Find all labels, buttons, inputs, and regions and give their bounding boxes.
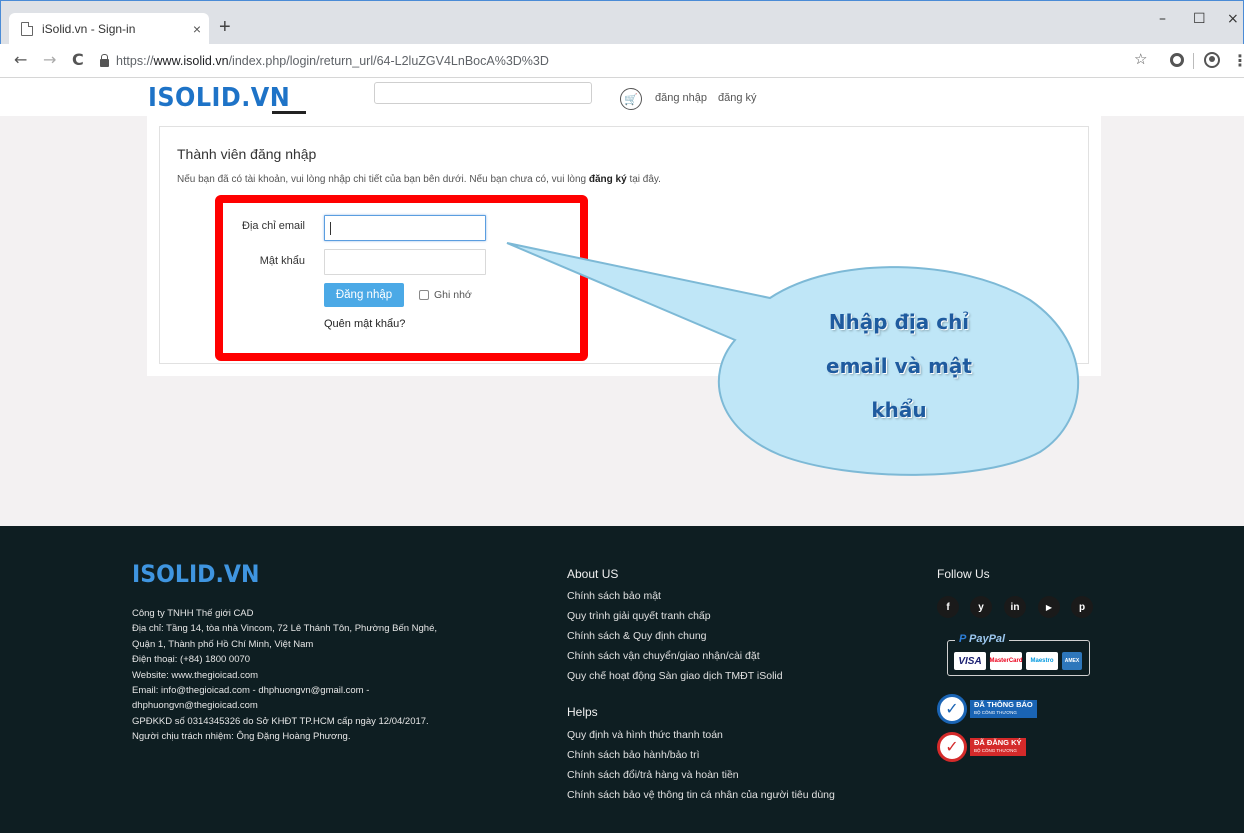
helps-link[interactable]: Chính sách đổi/trả hàng và hoàn tiền [567, 765, 835, 785]
about-link[interactable]: Chính sách & Quy định chung [567, 626, 783, 646]
pinterest-icon[interactable]: p [1071, 596, 1093, 618]
company-line: Công ty TNHH Thế giới CAD [132, 608, 254, 619]
youtube-icon[interactable]: ▶ [1038, 596, 1060, 618]
registered-badge-label: ĐÃ ĐĂNG KÝ BỘ CÔNG THƯƠNG [970, 738, 1026, 756]
check-icon: ✓ [937, 694, 967, 724]
helps-link[interactable]: Chính sách bảo vệ thông tin cá nhân của … [567, 785, 835, 805]
callout-line: Nhập địa chỉ [828, 310, 970, 334]
about-link[interactable]: Chính sách vận chuyển/giao nhận/cài đặt [567, 646, 783, 666]
about-link[interactable]: Quy chế hoạt động Sàn giao dịch TMĐT iSo… [567, 666, 783, 686]
amex-logo: AMEX [1062, 652, 1082, 670]
company-info: Công ty TNHH Thế giới CAD Địa chỉ: Tầng … [132, 606, 437, 745]
company-line: Email: info@thegioicad.com - dhphuongvn@… [132, 685, 370, 697]
company-line: Địa chỉ: Tầng 14, tòa nhà Vincom, 72 Lê … [132, 623, 438, 635]
callout-text: Nhập địa chỉ email và mật khẩu [794, 300, 1004, 432]
company-line: dhphuongvn@thegioicad.com [132, 700, 258, 712]
maestro-logo: Maestro [1026, 652, 1058, 670]
facebook-icon[interactable]: f [937, 596, 959, 618]
site-footer: ISOLID.VN Công ty TNHH Thế giới CAD Địa … [0, 526, 1244, 833]
linkedin-icon[interactable]: in [1004, 596, 1026, 618]
helps-link[interactable]: Quy định và hình thức thanh toán [567, 725, 835, 745]
follow-title: Follow Us [937, 567, 990, 581]
notified-badge[interactable]: ✓ ĐÃ THÔNG BÁO BỘ CÔNG THƯƠNG [937, 694, 1037, 724]
helps-links: Quy định và hình thức thanh toán Chính s… [567, 725, 835, 805]
company-line: Quận 1, Thành phố Hồ Chí Minh, Việt Nam [132, 638, 314, 650]
about-link[interactable]: Chính sách bảo mật [567, 586, 783, 606]
company-line: Website: www.thegioicad.com [132, 669, 259, 681]
about-link[interactable]: Quy trình giải quyết tranh chấp [567, 606, 783, 626]
registered-badge[interactable]: ✓ ĐÃ ĐĂNG KÝ BỘ CÔNG THƯƠNG [937, 732, 1026, 762]
company-line: Người chịu trách nhiệm: Ông Đặng Hoàng P… [132, 731, 351, 743]
about-title: About US [567, 567, 619, 581]
callout-line: khẩu [871, 398, 927, 422]
notified-badge-label: ĐÃ THÔNG BÁO BỘ CÔNG THƯƠNG [970, 700, 1037, 718]
helps-link[interactable]: Chính sách bảo hành/bảo trì [567, 745, 835, 765]
mastercard-logo: MasterCard [990, 652, 1023, 670]
company-line: GPĐKKD số 0314345326 do Sở KHĐT TP.HCM c… [132, 715, 429, 727]
company-line: Điện thoại: (+84) 1800 0070 [132, 654, 251, 666]
about-links: Chính sách bảo mật Quy trình giải quyết … [567, 586, 783, 686]
footer-logo[interactable]: ISOLID.VN [132, 560, 259, 588]
visa-logo: VISA [954, 652, 986, 670]
helps-title: Helps [567, 705, 598, 719]
paypal-logo: P PayPal [955, 633, 1010, 645]
check-icon: ✓ [937, 732, 967, 762]
callout-line: email và mật [826, 354, 972, 378]
twitter-icon[interactable]: y [970, 596, 992, 618]
